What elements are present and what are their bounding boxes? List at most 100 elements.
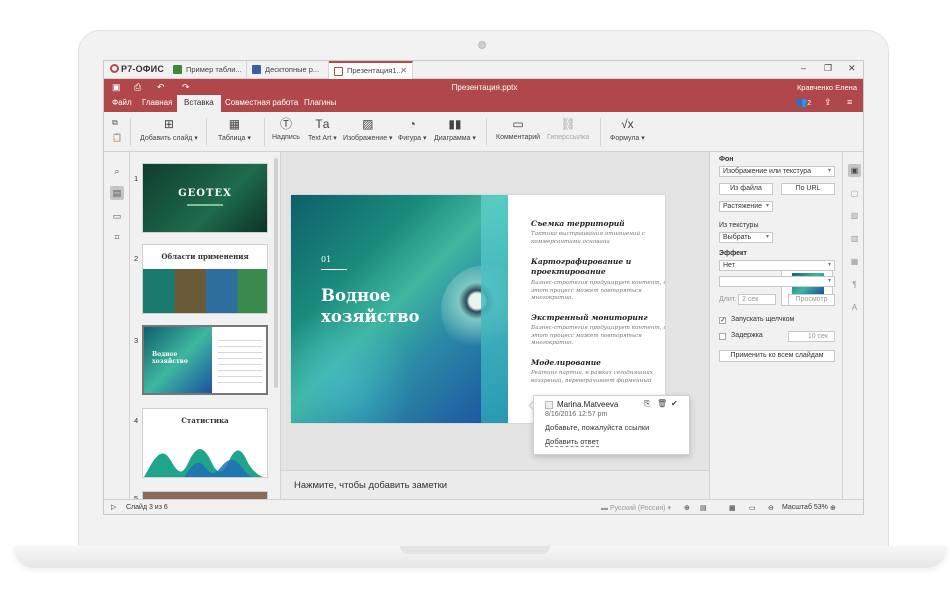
fit-slide-icon[interactable]: ▦ [729,504,736,512]
effect-select[interactable]: Нет ▾ [719,260,835,271]
delay-label: Задержка [731,332,763,339]
users-icon[interactable]: 👥2 [796,97,811,108]
slide-image[interactable]: 01 Водное хозяйство [291,195,508,423]
section-text[interactable]: Тактика выстраивания отношений с коммерс… [531,231,665,246]
zoom-in-icon[interactable]: ⊕ [830,504,836,512]
effect-option-select[interactable]: ▾ [719,276,835,287]
comment-button[interactable]: ▭ Комментарий [496,117,540,141]
resolve-check-icon[interactable]: ✔ [671,399,678,408]
textbox-button[interactable]: Ⓣ Надпись [272,117,300,141]
attach-icon[interactable]: ⎘ [644,399,650,409]
play-slideshow-icon[interactable]: ▷ [111,503,116,511]
delay-input[interactable]: 10 сек [788,331,835,342]
add-slide-icon: ⊞ [163,117,174,131]
from-url-button[interactable]: По URL [781,183,835,195]
thumb-area-chart [144,449,263,477]
shape-settings-icon[interactable]: ▢ [848,187,861,200]
slide-divider [321,269,347,270]
chat-icon[interactable]: ⌗ [110,230,124,244]
section-title[interactable]: Моделирование [531,358,601,367]
section-text[interactable]: Рейтинг партии, в рамках сегодняшних воз… [531,370,665,385]
paste-icon[interactable]: 📋 [112,133,122,142]
thumb-text-lines [218,335,262,385]
add-reply-link[interactable]: Добавить ответ [545,437,599,447]
tab-presentation[interactable]: Презентация1... ✕ [329,61,413,79]
texture-select[interactable]: Выбрать ▾ [719,232,773,243]
slide-thumbnail-4[interactable]: Статистика [142,408,268,478]
formula-button[interactable]: √x Формула ▾ [610,117,645,142]
fit-width-icon[interactable]: ▭ [749,504,756,512]
text-settings-icon[interactable]: ¶ [848,278,861,291]
slide-thumbnail-3[interactable]: Водное хозяйство [142,325,268,395]
section-title[interactable]: Экстренный мониторинг [531,313,648,322]
chart-settings-icon[interactable]: ▥ [848,232,861,245]
chart-button[interactable]: ▮▮ Диаграмма ▾ [434,117,476,142]
tab-spreadsheet[interactable]: Пример табли... [168,61,247,79]
preview-button[interactable]: Просмотр [788,294,835,306]
hyperlink-button[interactable]: ⛓ Гиперссылка [547,117,589,141]
slide[interactable]: 01 Водное хозяйство Съемка территорий Та… [291,195,665,423]
image-button[interactable]: ▨ Изображение ▾ [343,117,393,142]
menu-home[interactable]: Главная [142,98,172,107]
effect-label: Эффект [719,250,747,257]
delete-icon[interactable]: 🗑 [657,399,667,408]
slide-thumbnail-2[interactable]: Области применения [142,244,268,314]
menu-collaboration[interactable]: Совместная работа [225,98,298,107]
delay-checkbox[interactable] [719,333,726,340]
thumb-subtitle-line [187,204,223,206]
user-name: Кравченко Елена [796,83,857,92]
apply-all-button[interactable]: Применить ко всем слайдам [719,350,835,362]
zoom-out-icon[interactable]: ⊖ [768,504,774,512]
search-icon[interactable]: ⌕ [110,164,124,178]
from-file-button[interactable]: Из файла [719,183,773,195]
section-title[interactable]: Картографирование и проектирование [531,257,661,277]
slide-thumbnail-1[interactable]: GEOTEX [142,163,268,233]
slides-icon[interactable]: ▤ [110,186,124,200]
slide-thumbnail-5[interactable] [142,491,268,499]
notes-area[interactable]: Нажмите, чтобы добавить заметки [281,470,709,499]
slide-title[interactable]: Водное хозяйство [321,285,471,327]
spellcheck-icon[interactable]: ⊕ [684,504,690,512]
fill-label: Фон [719,156,734,163]
add-slide-button[interactable]: ⊞ Добавить слайд ▾ [140,117,198,142]
textart-button[interactable]: Tа Text Art ▾ [308,117,337,142]
hyperlink-label: Гиперссылка [547,134,590,141]
table-settings-icon[interactable]: ▦ [848,255,861,268]
stretch-select[interactable]: Растяжение ▾ [719,201,773,212]
tab-document[interactable]: Десктопные р... [247,61,329,79]
chevron-down-icon: ▾ [765,203,769,209]
table-button[interactable]: ▦ Таблица ▾ [218,117,251,142]
section-text[interactable]: Бизнес-стратегия продуцирует контент, и … [531,280,665,303]
tab-label: Десктопные р... [265,65,320,74]
open-location-icon[interactable]: ⇪ [824,97,832,108]
maximize-button[interactable]: ❐ [824,63,832,74]
menu-plugins[interactable]: Плагины [304,98,336,107]
thumbnails-scrollbar[interactable] [274,158,278,388]
resolve-checkbox[interactable] [545,401,553,409]
notes-toggle-icon[interactable]: ▤ [700,504,707,512]
spreadsheet-icon [173,65,182,74]
document-tab-bar: Р7-ОФИС Пример табли... Десктопные р... … [104,61,863,79]
on-click-checkbox[interactable]: ✓ [719,317,726,324]
fill-type-select[interactable]: Изображение или текстура ▾ [719,166,835,177]
image-settings-icon[interactable]: ▨ [848,209,861,222]
copy-icon[interactable]: ⧉ [112,118,118,128]
comment-popup: Marina.Matveeva ⎘ 🗑 ✔ 8/16/2016 12:57 pm… [533,395,690,455]
textart-settings-icon[interactable]: A [848,301,861,314]
menu-file[interactable]: Файл [112,98,132,107]
section-title[interactable]: Съемка территорий [531,219,625,228]
close-window-button[interactable]: ✕ [848,63,856,74]
webcam [478,41,486,49]
language-select[interactable]: ▬ Русский (Россия) ▾ [601,504,671,512]
section-text[interactable]: Бизнес-стратегия продуцирует контент, и … [531,325,665,348]
slide-settings-icon[interactable]: ▣ [848,164,861,177]
more-menu-icon[interactable]: ≡ [847,97,852,107]
comments-icon[interactable]: ▭ [110,209,124,223]
formula-label: Формула [610,135,640,142]
close-tab-icon[interactable]: ✕ [400,66,407,75]
shape-button[interactable]: ◔ Фигура ▾ [398,117,426,142]
minimize-button[interactable]: – [801,63,806,73]
menu-insert[interactable]: Вставка [177,95,221,112]
duration-input[interactable]: 2 сек [738,294,776,305]
chevron-down-icon: ▾ [827,262,831,268]
